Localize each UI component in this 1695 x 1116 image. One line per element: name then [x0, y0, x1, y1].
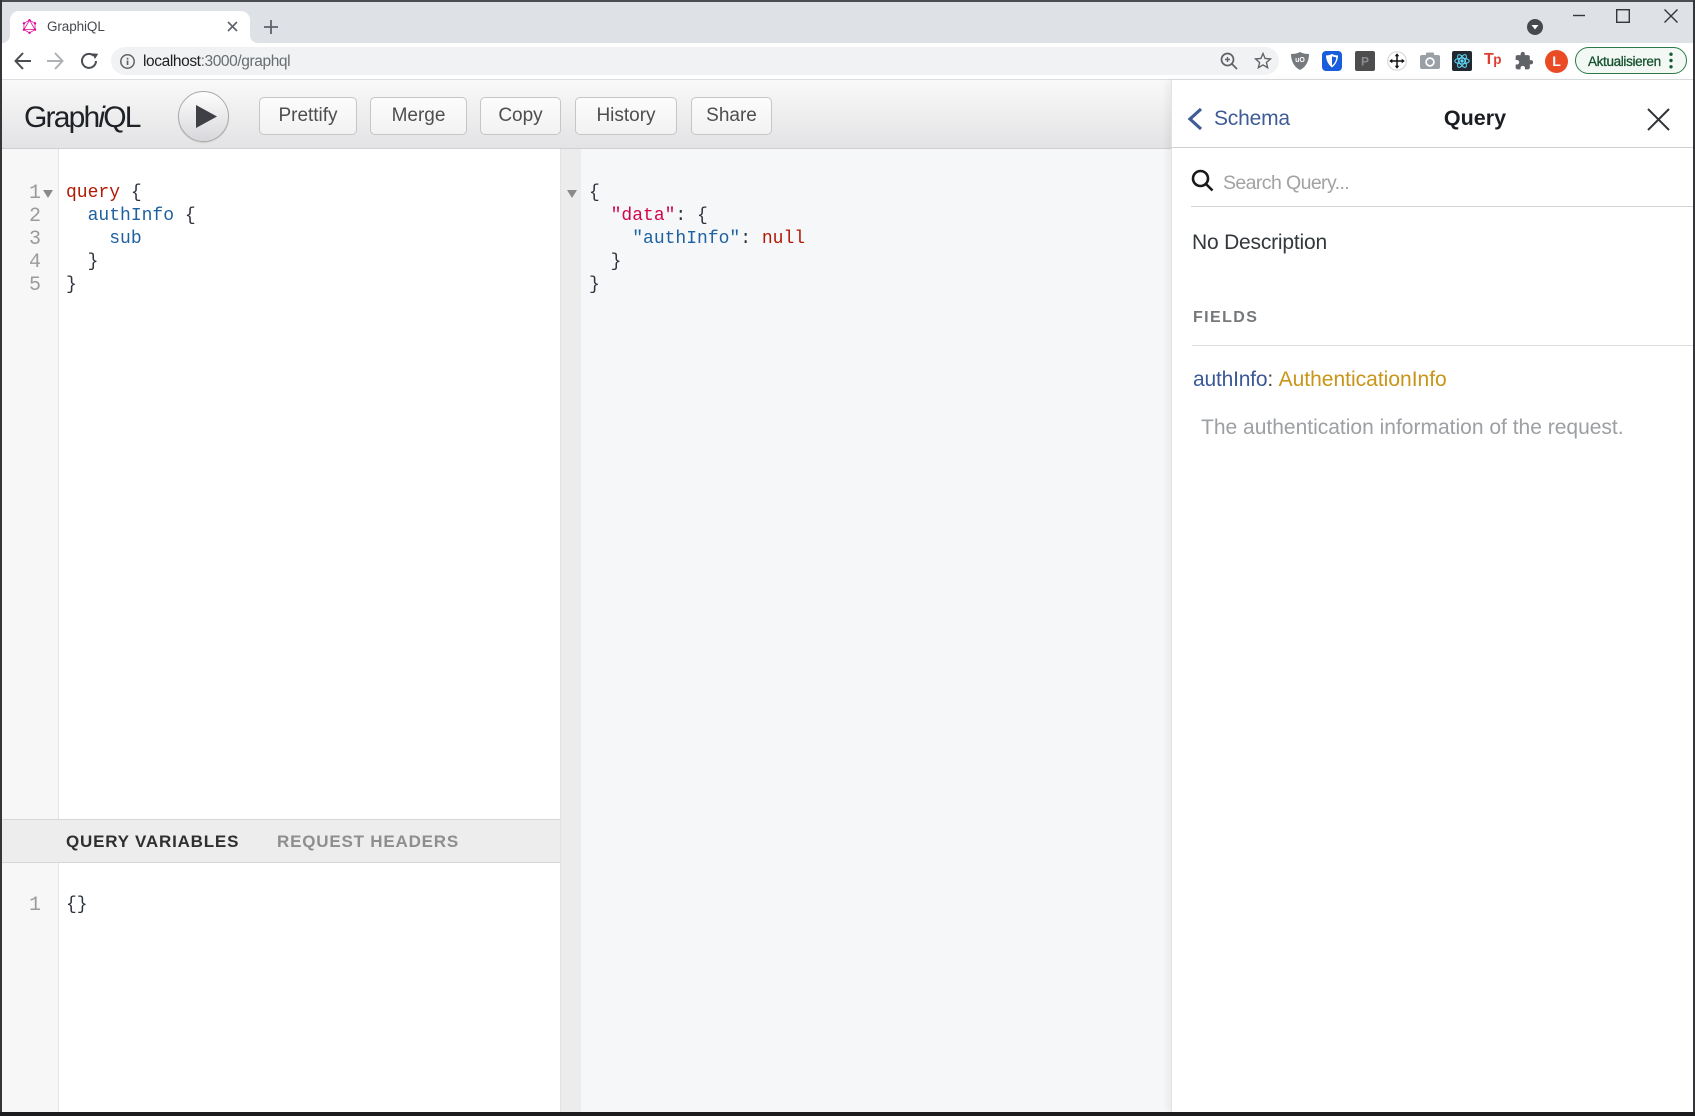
svg-text:P: P — [1361, 55, 1369, 69]
svg-text:uO: uO — [1295, 57, 1305, 64]
